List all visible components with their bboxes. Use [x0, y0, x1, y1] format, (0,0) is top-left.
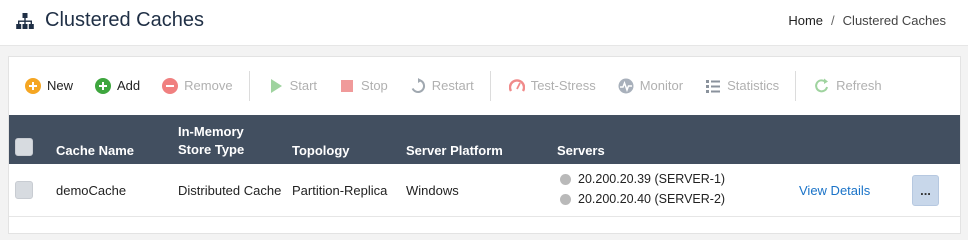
refresh-icon [814, 78, 830, 94]
table-row[interactable]: demoCache Distributed Cache Partition-Re… [9, 164, 960, 217]
row-checkbox[interactable] [15, 181, 33, 199]
platform-cell: Windows [406, 183, 459, 198]
new-button-label: New [47, 78, 74, 93]
plus-circle-orange-icon [25, 77, 41, 94]
column-header-store-type[interactable]: In-Memory Store Type [178, 124, 244, 157]
store-type-cell: Distributed Cache [178, 183, 282, 198]
list-icon [705, 78, 721, 94]
column-header-store-type-line1: In-Memory [178, 124, 244, 139]
column-header-servers[interactable]: Servers [557, 143, 605, 158]
restart-button[interactable]: Restart [410, 77, 474, 94]
add-button-label: Add [117, 78, 141, 93]
toolbar-divider [795, 70, 797, 101]
table-header: Cache Name In-Memory Store Type Topology… [9, 115, 960, 164]
start-button[interactable]: Start [268, 78, 317, 94]
page-title: Clustered Caches [45, 9, 204, 31]
view-details-link[interactable]: View Details [799, 183, 870, 198]
monitor-button-label: Monitor [639, 78, 684, 93]
new-button[interactable]: New [25, 77, 74, 94]
server-item: 20.200.20.39 (SERVER-1) [560, 169, 725, 189]
column-header-server-platform[interactable]: Server Platform [406, 143, 503, 158]
play-icon [268, 78, 284, 94]
select-all-checkbox[interactable] [15, 138, 33, 156]
page-header: Clustered Caches Home / Clustered Caches [0, 0, 968, 46]
breadcrumb-home-link[interactable]: Home [788, 13, 823, 28]
toolbar-divider [248, 70, 250, 101]
server-item: 20.200.20.40 (SERVER-2) [560, 189, 725, 209]
minus-circle-red-icon [162, 77, 179, 94]
stop-button[interactable]: Stop [339, 78, 388, 94]
remove-button-label: Remove [184, 78, 233, 93]
test-stress-button[interactable]: Test-Stress [508, 78, 596, 94]
more-actions-button[interactable]: ... [912, 175, 939, 206]
caches-table: Cache Name In-Memory Store Type Topology… [9, 115, 960, 217]
server-address: 20.200.20.39 (SERVER-1) [578, 172, 726, 186]
refresh-button-label: Refresh [836, 78, 882, 93]
caches-panel: New Add Remove Start Stop Restart Test-S… [8, 56, 961, 234]
stop-icon [339, 78, 355, 94]
breadcrumb: Home / Clustered Caches [788, 13, 946, 28]
remove-button[interactable]: Remove [162, 77, 233, 94]
start-button-label: Start [289, 78, 318, 93]
server-status-dot [560, 173, 571, 185]
column-header-cache-name[interactable]: Cache Name [56, 143, 134, 158]
refresh-button[interactable]: Refresh [814, 78, 882, 94]
column-header-store-type-line2: Store Type [178, 142, 245, 157]
topology-cell: Partition-Replica [292, 183, 388, 198]
test-stress-button-label: Test-Stress [530, 78, 596, 93]
sitemap-icon [15, 11, 35, 31]
gauge-icon [508, 78, 525, 94]
server-status-dot [560, 193, 571, 205]
plus-circle-green-icon [95, 77, 112, 94]
monitor-button[interactable]: Monitor [618, 78, 683, 94]
cache-name-cell: demoCache [56, 183, 127, 198]
statistics-button[interactable]: Statistics [705, 78, 779, 94]
toolbar: New Add Remove Start Stop Restart Test-S… [9, 57, 960, 114]
page-title-wrap: Clustered Caches [15, 9, 204, 32]
breadcrumb-current: Clustered Caches [842, 13, 946, 28]
servers-cell: 20.200.20.39 (SERVER-1) 20.200.20.40 (SE… [560, 169, 725, 209]
column-header-topology[interactable]: Topology [292, 143, 350, 158]
restart-icon [410, 77, 426, 94]
stop-button-label: Stop [361, 78, 388, 93]
statistics-button-label: Statistics [727, 78, 780, 93]
toolbar-divider [489, 70, 491, 101]
add-button[interactable]: Add [95, 77, 141, 94]
server-address: 20.200.20.40 (SERVER-2) [578, 192, 726, 206]
restart-button-label: Restart [431, 78, 474, 93]
pulse-icon [618, 78, 634, 94]
breadcrumb-separator: / [831, 13, 835, 28]
